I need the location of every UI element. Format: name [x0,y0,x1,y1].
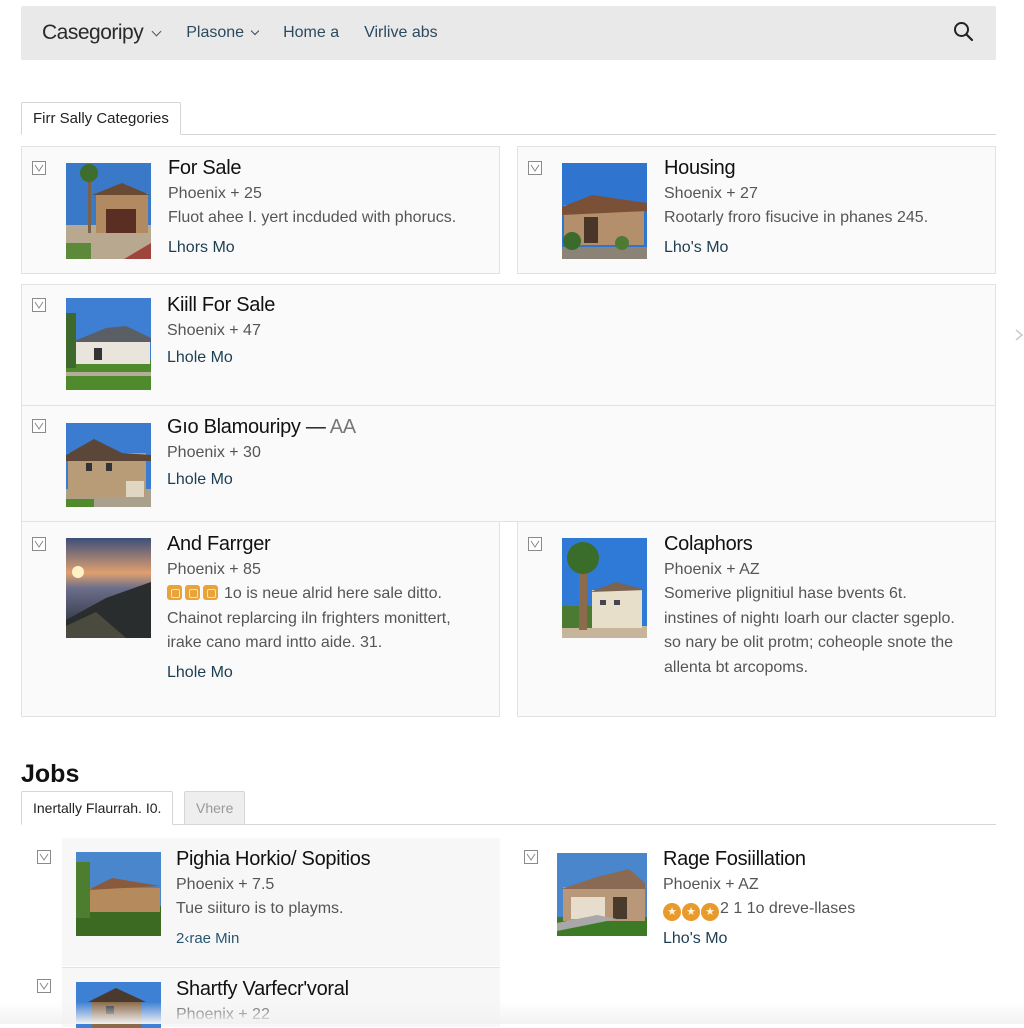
listing-description: Somerive plignitiul hase bvents 6t. inst… [664,582,955,680]
nav-item-label: Plasone [186,24,245,41]
bottom-fade [0,1002,1024,1024]
select-checkbox[interactable] [524,850,538,864]
description-line: Chainot replarcing iln frighters monitte… [167,609,451,627]
listing-thumbnail[interactable] [66,423,151,507]
select-checkbox[interactable] [32,537,46,551]
jobs-tab-bar: Inertally Flaurrah. I0. Vhere [21,791,996,825]
listing-title-suffix: AA [329,416,356,438]
section-heading-jobs: Jobs [21,760,80,788]
job-description: Tue siituro is to playms. [176,900,344,917]
listing-card[interactable]: Housing Shoenix + 27 Rootarly froro fisu… [517,146,996,274]
top-navigation-bar: Casegoripy Plasone Home a Virlive abs [21,6,996,60]
listing-title[interactable]: Housing [664,156,928,180]
listing-location: Phoenix + 30 [167,444,261,461]
categories-tab-bar: Firr Sally Categories [21,102,996,135]
job-thumbnail[interactable] [557,853,647,936]
listing-more-link[interactable]: Lhole Mo [167,664,451,682]
listing-title[interactable]: For Sale [168,156,456,180]
listing-card[interactable]: Colaphors Phoenix + AZ Somerive pligniti… [517,521,996,717]
chevron-down-icon [250,26,260,36]
nav-item-plasone[interactable]: Plasone [186,24,260,42]
listing-more-link[interactable]: Lhole Mo [167,349,275,367]
listing-title[interactable]: Gıo Blamouripy — AA [167,415,356,439]
job-content: Pighia Horkio/ Sopitios Phoenix + 7.5 Tu… [176,847,371,947]
nav-item-home[interactable]: Home a [283,24,339,42]
listing-thumbnail[interactable] [66,163,151,259]
job-more-link[interactable]: Lho's Mo [663,930,855,948]
listing-content: And Farrger Phoenix + 85 1o is neue alri… [167,532,451,682]
listing-title[interactable]: And Farrger [167,532,451,556]
tab-jobs-where[interactable]: Vhere [184,791,246,825]
listing-location: Shoenix + 47 [167,322,261,339]
description-line: 1o is neue alrid here sale ditto. [224,585,442,602]
select-checkbox[interactable] [32,161,46,175]
badge-icon [185,585,200,600]
listing-content: Gıo Blamouripy — AA Phoenix + 30 Lhole M… [167,415,356,489]
star-icon: ★ [682,903,700,921]
select-checkbox[interactable] [528,161,542,175]
listing-card[interactable]: For Sale Phoenix + 25 Fluot ahee I. yert… [21,146,500,274]
job-title[interactable]: Pighia Horkio/ Sopitios [176,847,371,871]
listing-title[interactable]: Colaphors [664,532,955,556]
listing-description: 1o is neue alrid here sale ditto. Chaino… [167,582,451,656]
listing-title[interactable]: Kiill For Sale [167,293,275,317]
job-title[interactable]: Shartfy Varfecr'voral [176,977,349,1001]
badge-icon [167,585,182,600]
nav-item-virlive[interactable]: Virlive abs [364,24,438,42]
listing-content: Housing Shoenix + 27 Rootarly froro fisu… [664,156,928,257]
job-thumbnail[interactable] [76,852,161,936]
listing-thumbnail[interactable] [562,163,647,259]
listing-card[interactable]: Gıo Blamouripy — AA Phoenix + 30 Lhole M… [21,405,996,522]
listing-location: Phoenix + 25 [168,185,262,202]
description-line: irake cano mard intto aide. 31. [167,634,383,651]
listing-location: Phoenix + AZ [664,561,760,578]
select-checkbox[interactable] [37,850,51,864]
job-more-link[interactable]: 2‹rae Min [176,930,370,947]
description-line: allenta bt arcopoms. [664,658,809,676]
listing-content: Colaphors Phoenix + AZ Somerive pligniti… [664,532,955,680]
listing-title-text: Gıo Blamouripy — [167,416,330,438]
listing-more-link[interactable]: Lhors Mo [168,239,456,257]
job-content: Rage Fosiillation Phoenix + AZ ★ ★ ★ 2 1 1o… [663,847,855,948]
star-icon: ★ [663,903,681,921]
listing-content: For Sale Phoenix + 25 Fluot ahee I. yert… [168,156,456,257]
star-icon: ★ [701,903,719,921]
listing-card[interactable]: And Farrger Phoenix + 85 1o is neue alri… [21,521,500,717]
chevron-right-icon[interactable] [1014,328,1024,342]
job-rating: ★ ★ ★ 2 1 1o dreve-llases [663,897,855,922]
rating-text: 2 1 1o dreve-llases [720,900,856,917]
job-card[interactable]: Rage Fosiillation Phoenix + AZ ★ ★ ★ 2 1 1o… [517,838,996,966]
badge-icons [167,585,218,600]
listing-description: Rootarly froro fisucive in phanes 245. [664,209,929,226]
select-checkbox[interactable] [32,298,46,312]
job-title[interactable]: Rage Fosiillation [663,847,855,871]
listing-card[interactable]: Kiill For Sale Shoenix + 47 Lhole Mo [21,284,996,405]
rating-icons: ★ ★ ★ [663,903,719,921]
description-line: Somerive plignitiul hase bvents 6t. [664,585,907,602]
tab-jobs-active[interactable]: Inertally Flaurrah. I0. [21,791,174,825]
badge-icon [203,585,218,600]
select-checkbox[interactable] [528,537,542,551]
job-location: Phoenix + AZ [663,876,759,893]
listing-location: Shoenix + 27 [664,185,758,202]
listing-description: Fluot ahee I. yert incduded with phorucs… [168,209,457,226]
description-line: so nary be olit protm; coheople snote th… [664,634,954,651]
category-dropdown[interactable]: Casegoripy [42,21,162,45]
category-dropdown-label: Casegoripy [42,21,144,44]
tab-categories[interactable]: Firr Sally Categories [21,102,181,135]
select-checkbox[interactable] [32,419,46,433]
listing-thumbnail[interactable] [66,538,151,638]
search-icon[interactable] [952,20,976,44]
listing-location: Phoenix + 85 [167,561,261,578]
listing-more-link[interactable]: Lho's Mo [664,239,928,257]
chevron-down-icon [151,26,162,37]
job-card[interactable]: Pighia Horkio/ Sopitios Phoenix + 7.5 Tu… [62,838,500,966]
description-line: instines of nightı loarh our clacter sge… [664,609,955,627]
listing-thumbnail[interactable] [66,298,151,390]
listing-content: Kiill For Sale Shoenix + 47 Lhole Mo [167,293,275,367]
listing-more-link[interactable]: Lhole Mo [167,471,356,489]
job-location: Phoenix + 7.5 [176,876,275,893]
listing-thumbnail[interactable] [562,538,647,638]
select-checkbox[interactable] [37,979,51,993]
